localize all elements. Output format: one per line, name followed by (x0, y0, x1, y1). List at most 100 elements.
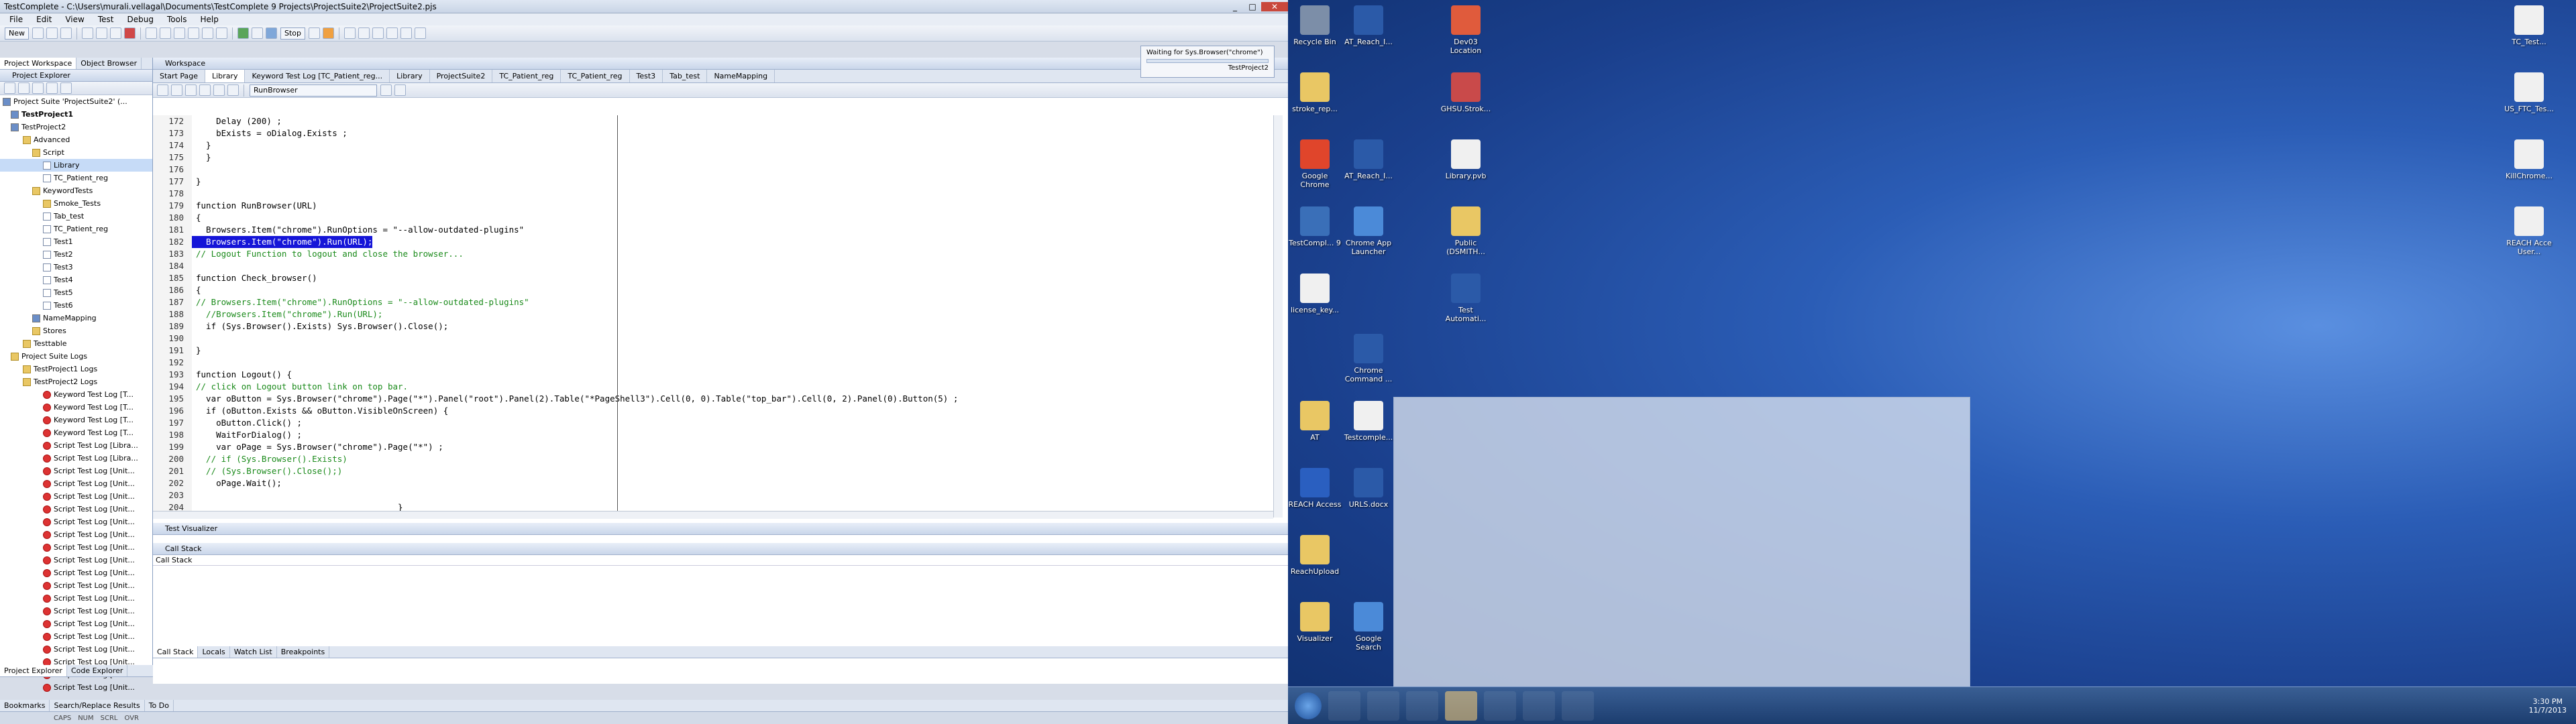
desktop-icon[interactable]: Test Automati... (1439, 274, 1493, 323)
tree-node[interactable]: Smoke_Tests (0, 197, 152, 210)
code-line[interactable]: 195 var oButton = Sys.Browser("chrome").… (153, 393, 1273, 405)
tree-node[interactable]: Test3 (0, 261, 152, 274)
tab-tab-test[interactable]: Tab_test (663, 70, 708, 82)
replace-icon[interactable] (188, 27, 199, 39)
open-icon[interactable] (32, 27, 44, 39)
code-line[interactable]: 174 } (153, 139, 1273, 152)
code-line[interactable]: 178 (153, 188, 1273, 200)
tree-node[interactable]: TestProject2 Logs (0, 375, 152, 388)
desktop-icon[interactable]: Visualizer (1288, 602, 1342, 643)
code-line[interactable]: 200 // if (Sys.Browser().Exists) (153, 453, 1273, 465)
tree-node[interactable]: TestProject1 Logs (0, 363, 152, 375)
desktop-icon[interactable]: stroke_rep... (1288, 72, 1342, 113)
tab-search-results[interactable]: Search/Replace Results (50, 700, 145, 711)
desktop-icon[interactable]: US_FTC_Tes... (2502, 72, 2556, 113)
tab-project-workspace[interactable]: Project Workspace (0, 58, 77, 69)
tree-node[interactable]: Project Suite Logs (0, 350, 152, 363)
function-dropdown[interactable]: RunBrowser (250, 84, 377, 97)
log-item[interactable]: Script Test Log [Libra... (0, 439, 152, 452)
code-line[interactable]: 190 (153, 333, 1273, 345)
desktop-icon[interactable]: AT (1288, 401, 1342, 442)
tab-todo[interactable]: To Do (145, 700, 174, 711)
testexecute-icon[interactable] (1523, 690, 1555, 721)
tab-namemapping[interactable]: NameMapping (707, 70, 775, 82)
tab-code-explorer[interactable]: Code Explorer (67, 665, 128, 676)
record-icon[interactable] (252, 27, 263, 39)
desktop-icon[interactable]: Chrome Command ... (1342, 334, 1395, 383)
desktop-icon[interactable]: ReachUpload (1288, 535, 1342, 576)
code-line[interactable]: 184 (153, 260, 1273, 272)
menu-help[interactable]: Help (194, 15, 225, 24)
testcomplete-taskbar-icon[interactable] (1445, 690, 1477, 721)
code-editor[interactable]: 172 Delay (200) ; 173 bExists = oDialog.E… (153, 115, 1273, 518)
tab-test3[interactable]: Test3 (630, 70, 663, 82)
tree-node[interactable]: Test5 (0, 286, 152, 299)
stop-icon[interactable] (266, 27, 277, 39)
code-line[interactable]: 186 { (153, 284, 1273, 296)
desktop-icon[interactable]: Google Search (1342, 602, 1395, 652)
tree-node[interactable]: TestProject1 (0, 108, 152, 121)
code-line[interactable]: 197 oButton.Click() ; (153, 417, 1273, 429)
code-line[interactable]: 173 bExists = oDialog.Exists ; (153, 127, 1273, 139)
menu-view[interactable]: View (58, 15, 91, 24)
code-line[interactable]: 192 (153, 357, 1273, 369)
chrome-icon[interactable] (1406, 690, 1438, 721)
code-line[interactable]: 181 Browsers.Item("chrome").RunOptions =… (153, 224, 1273, 236)
log-item[interactable]: Script Test Log [Unit... (0, 566, 152, 579)
log-item[interactable]: Script Test Log [Unit... (0, 554, 152, 566)
code-line[interactable]: 196 if (oButton.Exists && oButton.Visibl… (153, 405, 1273, 417)
window-icon[interactable] (400, 27, 413, 39)
tab-tc-patient-reg-2[interactable]: TC_Patient_reg (561, 70, 630, 82)
log-item[interactable]: Script Test Log [Unit... (0, 503, 152, 516)
tree-node[interactable]: TC_Patient_reg (0, 172, 152, 184)
tree-node[interactable]: KeywordTests (0, 184, 152, 197)
tree-node[interactable]: Test4 (0, 274, 152, 286)
new-button[interactable]: New (5, 27, 29, 40)
tree-node[interactable]: Testtable (0, 337, 152, 350)
clock[interactable]: 3:30 PM 11/7/2013 (2529, 697, 2567, 715)
comment-icon[interactable] (216, 27, 227, 39)
tree-node[interactable]: TestProject2 (0, 121, 152, 133)
tree-node[interactable]: Test1 (0, 235, 152, 248)
tree-node[interactable]: Tab_test (0, 210, 152, 223)
log-item[interactable]: Script Test Log [Unit... (0, 643, 152, 656)
tab-keyword-log[interactable]: Keyword Test Log [TC_Patient_reg... (245, 70, 390, 82)
log-item[interactable]: Script Test Log [Unit... (0, 490, 152, 503)
tree-node[interactable]: Script (0, 146, 152, 159)
code-completion-icon[interactable] (394, 84, 406, 96)
tab-watch-list[interactable]: Watch List (230, 646, 277, 658)
tree-node[interactable]: Project Suite 'ProjectSuite2' (... (0, 95, 152, 108)
desktop-icon[interactable]: GHSU.Strok... (1439, 72, 1493, 113)
tree-node[interactable]: Stores (0, 324, 152, 337)
code-line[interactable]: 185 function Check_browser() (153, 272, 1273, 284)
log-item[interactable]: Script Test Log [Unit... (0, 541, 152, 554)
code-line[interactable]: 203 (153, 489, 1273, 501)
save-icon[interactable] (46, 27, 58, 39)
log-item[interactable]: Script Test Log [Unit... (0, 605, 152, 617)
delete-icon[interactable] (124, 27, 136, 39)
desktop-icon[interactable]: Chrome App Launcher (1342, 206, 1395, 256)
add-icon[interactable] (4, 82, 15, 94)
desktop-icon[interactable]: Dev03 Location (1439, 5, 1493, 55)
code-line[interactable]: 188 //Browsers.Item("chrome").Run(URL); (153, 308, 1273, 320)
undo-icon[interactable] (146, 27, 157, 39)
code-line[interactable]: 177} (153, 176, 1273, 188)
navigate-icon[interactable] (380, 84, 392, 96)
code-line[interactable]: 175 } (153, 152, 1273, 164)
log-item[interactable]: Script Test Log [Unit... (0, 630, 152, 643)
app-icon[interactable] (1484, 690, 1516, 721)
tree-node[interactable]: TC_Patient_reg (0, 223, 152, 235)
log-item[interactable]: Keyword Test Log [T... (0, 426, 152, 439)
code-line[interactable]: 187 // Browsers.Item("chrome").RunOptions… (153, 296, 1273, 308)
log-item[interactable]: Script Test Log [Unit... (0, 477, 152, 490)
code-line[interactable]: 180 { (153, 212, 1273, 224)
code-line[interactable]: 179 function RunBrowser(URL) (153, 200, 1273, 212)
code-line[interactable]: 193 function Logout() { (153, 369, 1273, 381)
explorer-icon[interactable] (1367, 690, 1399, 721)
save-all-icon[interactable] (60, 27, 72, 39)
step-over-icon[interactable] (358, 27, 370, 39)
options-icon[interactable] (415, 27, 427, 39)
breakpoint-icon[interactable] (227, 84, 239, 96)
desktop-icon[interactable]: TC_Test... (2502, 5, 2556, 46)
log-item[interactable]: Keyword Test Log [T... (0, 388, 152, 401)
